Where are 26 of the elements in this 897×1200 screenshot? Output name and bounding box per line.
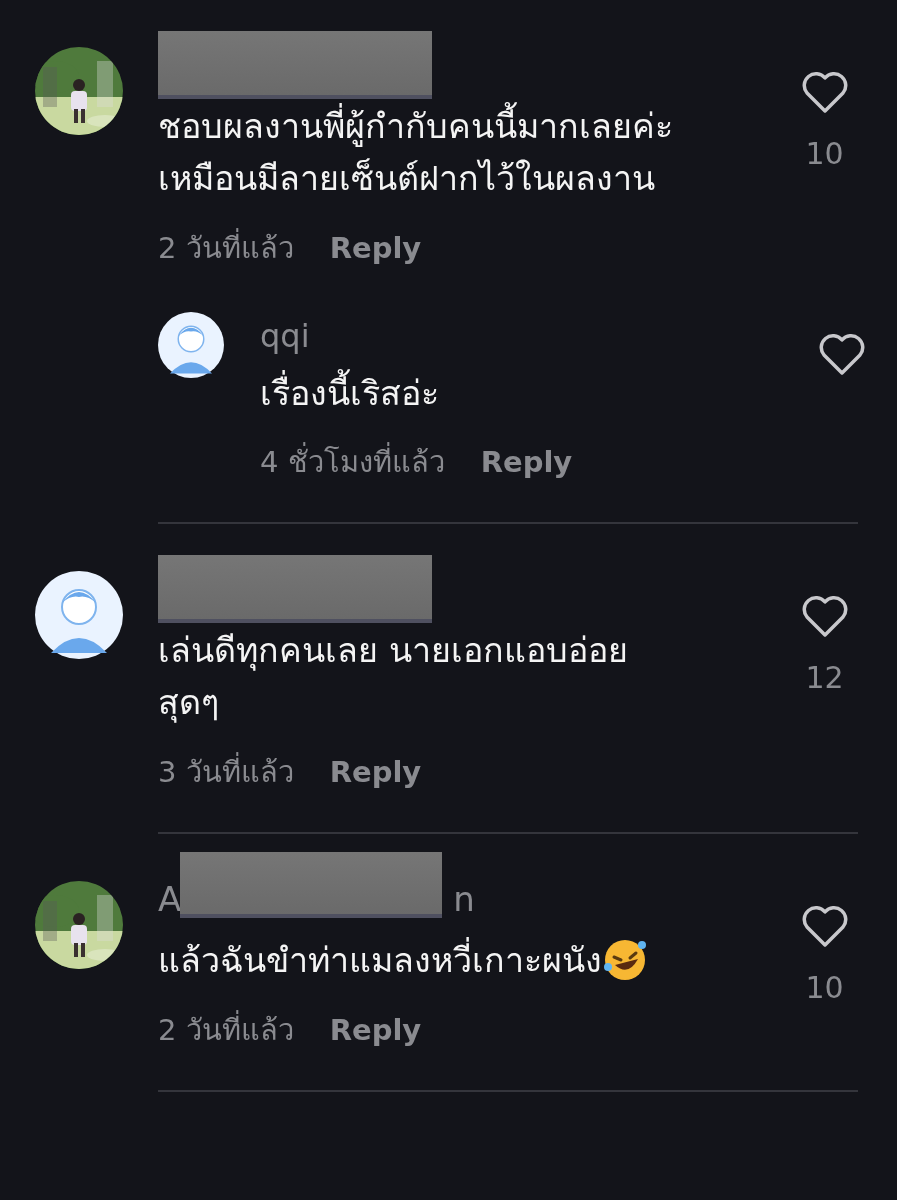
avatar-icon[interactable] — [158, 312, 224, 378]
comment-time: 4 ชั่วโมงที่แล้ว — [260, 442, 445, 482]
like-icon[interactable] — [800, 596, 849, 638]
comment-text: เหมือนมีลายเซ็นต์ฝากไว้ในผลงาน — [158, 157, 655, 200]
comment-text: ชอบผลงานพี่ผู้กำกับคนนี้มากเลยค่ะ — [158, 100, 673, 152]
reply-button[interactable]: Reply — [329, 231, 422, 265]
avatar-icon[interactable] — [35, 571, 123, 659]
comment-text: สุดๆ — [158, 681, 219, 725]
reply-button[interactable]: Reply — [329, 755, 422, 789]
like-icon[interactable] — [800, 72, 849, 114]
comment-time: 2 วันที่แล้ว — [158, 1010, 294, 1050]
like-icon[interactable] — [800, 906, 849, 948]
like-count: 10 — [805, 969, 844, 1007]
username-fragment: n — [453, 878, 475, 921]
reply-button[interactable]: Reply — [329, 1013, 422, 1047]
comment-text: เรื่องนี้เริสอ่ะ — [260, 368, 797, 418]
reply-button[interactable]: Reply — [480, 445, 573, 479]
comment-text: แล้วฉันขำท่าแมลงหวี่เกาะผนัง — [158, 934, 602, 986]
like-count: 12 — [805, 659, 844, 697]
username-fragment: A — [158, 878, 182, 921]
comment-text: เล่นดีทุกคนเลย นายเอกแอบอ่อย — [158, 629, 628, 673]
like-count: 10 — [805, 135, 844, 173]
comment-time: 3 วันที่แล้ว — [158, 752, 294, 792]
username[interactable]: qqi — [260, 314, 797, 358]
comment-time: 2 วันที่แล้ว — [158, 228, 294, 268]
like-icon[interactable] — [818, 334, 866, 376]
